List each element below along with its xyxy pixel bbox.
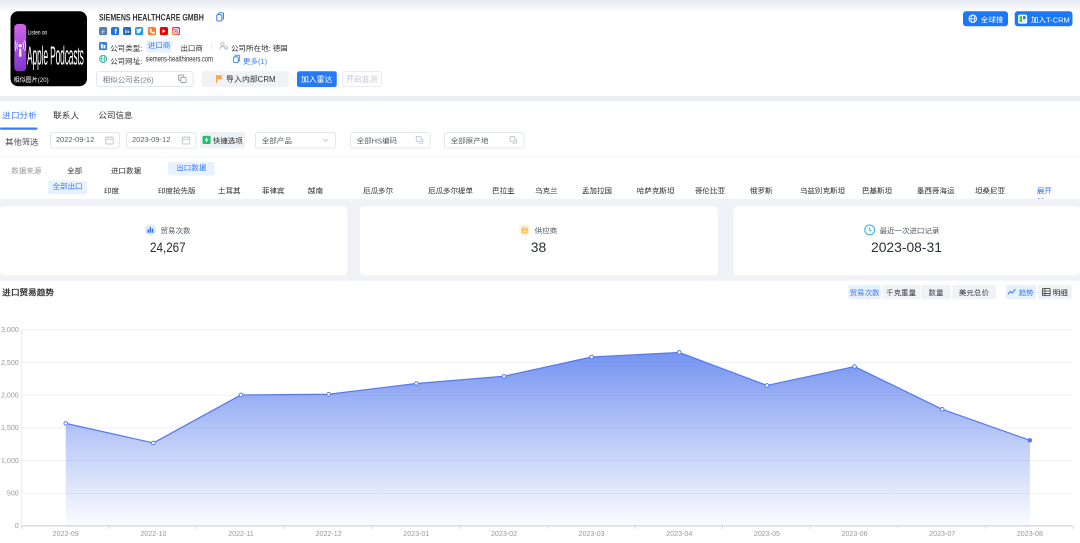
svg-text:3,000: 3,000 <box>1 326 19 334</box>
svg-text:2023-08: 2023-08 <box>1017 530 1043 538</box>
svg-text:2023-06: 2023-06 <box>842 530 868 538</box>
svg-text:0: 0 <box>15 522 19 530</box>
svg-text:2022-09: 2022-09 <box>53 530 79 538</box>
svg-text:2,000: 2,000 <box>1 392 19 400</box>
svg-text:500: 500 <box>7 490 19 498</box>
svg-text:2023-04: 2023-04 <box>666 530 692 538</box>
svg-text:2023-03: 2023-03 <box>579 530 605 538</box>
svg-text:2022-11: 2022-11 <box>228 530 254 538</box>
svg-text:2023-01: 2023-01 <box>403 530 429 538</box>
svg-text:1,500: 1,500 <box>1 424 19 432</box>
svg-text:2022-12: 2022-12 <box>316 530 342 538</box>
svg-text:2023-05: 2023-05 <box>754 530 780 538</box>
svg-text:2022-10: 2022-10 <box>140 530 166 538</box>
svg-text:1,000: 1,000 <box>1 457 19 465</box>
svg-text:2,500: 2,500 <box>1 359 19 367</box>
svg-text:2023-07: 2023-07 <box>929 530 955 538</box>
svg-text:e: e <box>102 28 105 35</box>
svg-text:2023-02: 2023-02 <box>491 530 517 538</box>
svg-text:in: in <box>125 29 129 35</box>
